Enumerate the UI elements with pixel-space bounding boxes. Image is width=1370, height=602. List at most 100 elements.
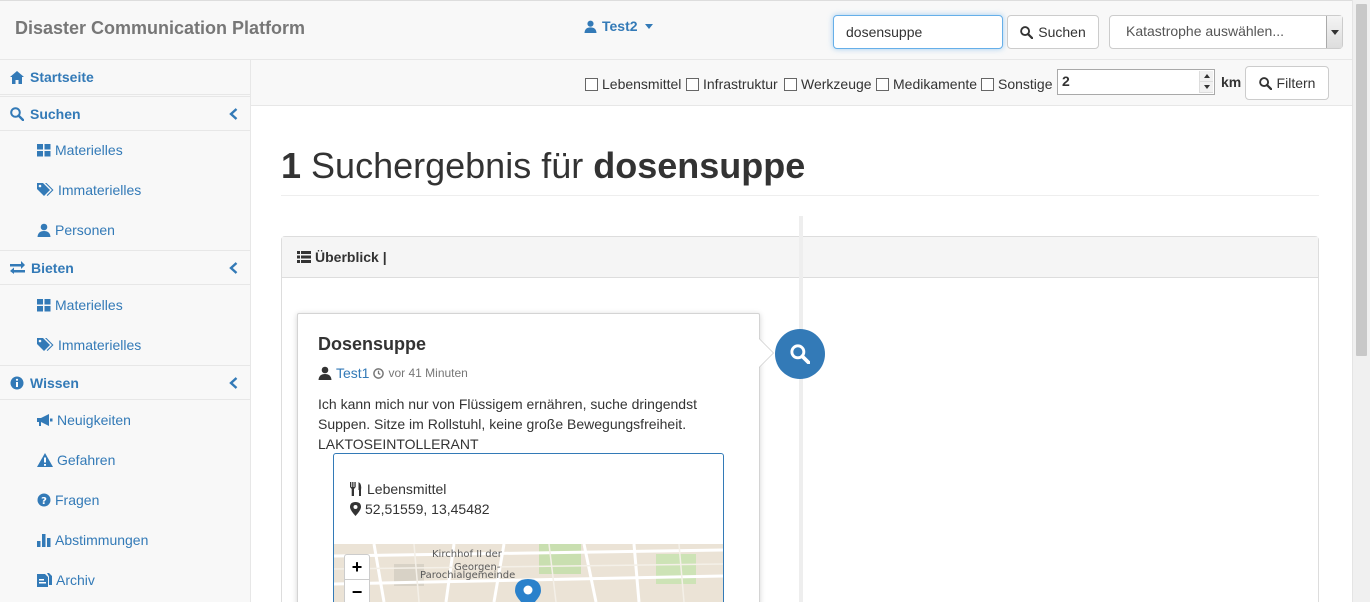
tags-icon bbox=[37, 338, 54, 351]
results-label: Suchergebnis für bbox=[311, 145, 584, 186]
filter-checkbox-medikamente[interactable]: Medikamente bbox=[876, 76, 977, 92]
filter-checkbox-infrastruktur[interactable]: Infrastruktur bbox=[686, 76, 778, 92]
filter-checkbox-sonstige[interactable]: Sonstige bbox=[981, 76, 1052, 92]
warning-icon bbox=[37, 453, 53, 467]
sidebar-item-label: Neuigkeiten bbox=[57, 412, 131, 428]
chevron-left-icon bbox=[229, 262, 238, 274]
results-count: 1 bbox=[281, 145, 302, 186]
grid-icon bbox=[37, 143, 51, 156]
user-name: Test2 bbox=[602, 18, 638, 34]
chevron-left-icon bbox=[229, 108, 238, 120]
map-marker-icon[interactable] bbox=[515, 579, 541, 602]
results-heading: 1 Suchergebnis für dosensuppe bbox=[281, 145, 805, 187]
card-description: Ich kann mich nur von Flüssigem ernähren… bbox=[318, 396, 697, 452]
checkbox[interactable] bbox=[585, 77, 598, 91]
location-map[interactable]: Kirchhof II der Georgen- Parochialgemein… bbox=[334, 544, 723, 602]
search-icon bbox=[790, 344, 810, 364]
sidebar-item-label: Immaterielles bbox=[58, 337, 142, 353]
sidebar-item-label: Personen bbox=[55, 222, 115, 238]
checkbox[interactable] bbox=[784, 77, 797, 91]
card-category-label: Lebensmittel bbox=[367, 481, 447, 497]
vertical-scrollbar[interactable] bbox=[1352, 0, 1370, 602]
panel-title: Überblick | bbox=[315, 249, 387, 265]
card-category: Lebensmittel bbox=[350, 481, 446, 497]
timeline-line bbox=[799, 216, 803, 602]
spinner-up[interactable] bbox=[1200, 71, 1213, 82]
chevron-left-icon bbox=[229, 377, 238, 389]
radius-value: 2 bbox=[1062, 73, 1070, 89]
clock-icon bbox=[373, 367, 385, 379]
radius-unit: km bbox=[1221, 74, 1242, 90]
checkbox-label: Infrastruktur bbox=[703, 76, 778, 92]
app-title[interactable]: Disaster Communication Platform bbox=[15, 18, 305, 39]
card-title[interactable]: Dosensuppe bbox=[318, 334, 426, 355]
card-time: vor 41 Minuten bbox=[388, 366, 468, 380]
disaster-select-value: Katastrophe auswählen... bbox=[1126, 23, 1284, 39]
chevron-down-icon bbox=[1326, 16, 1342, 48]
checkbox-label: Werkzeuge bbox=[801, 76, 872, 92]
tags-icon bbox=[37, 183, 54, 196]
card-author[interactable]: Test1 bbox=[336, 365, 369, 381]
sidebar-item-label: Abstimmungen bbox=[55, 532, 149, 548]
sidebar-item-suchen-personen[interactable]: Personen bbox=[0, 210, 250, 250]
grid-icon bbox=[37, 298, 51, 311]
sidebar-item-suchen-materielles[interactable]: Materielles bbox=[0, 130, 250, 170]
filter-checkbox-lebensmittel[interactable]: Lebensmittel bbox=[585, 76, 681, 92]
scrollbar-thumb[interactable] bbox=[1356, 4, 1367, 356]
sidebar-item-suchen-immaterielles[interactable]: Immaterielles bbox=[0, 170, 250, 210]
user-icon bbox=[37, 223, 51, 237]
sidebar-item-fragen[interactable]: ? Fragen bbox=[0, 480, 250, 520]
sidebar-item-label: Fragen bbox=[55, 492, 100, 508]
disaster-select[interactable]: Katastrophe auswählen... bbox=[1109, 15, 1343, 49]
checkbox-label: Lebensmittel bbox=[602, 76, 682, 92]
svg-text:?: ? bbox=[41, 496, 47, 507]
radius-input[interactable]: 2 bbox=[1057, 69, 1215, 95]
sidebar-section-label: Suchen bbox=[30, 105, 81, 122]
sidebar-item-bieten-materielles[interactable]: Materielles bbox=[0, 285, 250, 325]
map-marker-icon bbox=[350, 502, 361, 516]
sidebar-item-neuigkeiten[interactable]: Neuigkeiten bbox=[0, 400, 250, 440]
sidebar-item-bieten-immaterielles[interactable]: Immaterielles bbox=[0, 325, 250, 365]
sidebar-item-label: Startseite bbox=[30, 69, 94, 85]
checkbox[interactable] bbox=[686, 77, 699, 91]
filter-button-label: Filtern bbox=[1276, 75, 1316, 91]
timeline-badge bbox=[775, 329, 825, 379]
sidebar-section-suchen[interactable]: Suchen bbox=[0, 96, 250, 131]
filter-checkbox-werkzeuge[interactable]: Werkzeuge bbox=[784, 76, 872, 92]
top-navbar: Disaster Communication Platform Test2 Su… bbox=[0, 0, 1352, 60]
radius-spinner[interactable] bbox=[1199, 71, 1213, 93]
user-menu[interactable]: Test2 bbox=[584, 18, 653, 34]
sidebar-item-startseite[interactable]: Startseite bbox=[0, 60, 250, 95]
map-label: Parochialgemeinde bbox=[420, 570, 516, 581]
sidebar-item-abstimmungen[interactable]: Abstimmungen bbox=[0, 520, 250, 560]
checkbox[interactable] bbox=[981, 77, 994, 91]
card-location: 52,51559, 13,45482 bbox=[350, 501, 490, 517]
card-meta: Test1 vor 41 Minuten bbox=[318, 365, 468, 381]
map-zoom-in-button[interactable]: + bbox=[344, 554, 370, 580]
sidebar-item-label: Gefahren bbox=[57, 452, 116, 468]
chevron-down-icon bbox=[644, 23, 653, 29]
sidebar-section-label: Wissen bbox=[30, 374, 79, 391]
bullhorn-icon bbox=[37, 413, 53, 426]
checkbox[interactable] bbox=[876, 77, 889, 91]
user-icon bbox=[584, 20, 597, 33]
divider bbox=[281, 195, 1319, 196]
sidebar-section-bieten[interactable]: Bieten bbox=[0, 250, 250, 285]
sidebar-item-gefahren[interactable]: Gefahren bbox=[0, 440, 250, 480]
exchange-icon bbox=[10, 261, 25, 274]
list-icon bbox=[297, 251, 311, 263]
sidebar-item-archiv[interactable]: Archiv bbox=[0, 560, 250, 600]
sidebar-section-wissen[interactable]: Wissen bbox=[0, 365, 250, 400]
cutlery-icon bbox=[350, 482, 362, 496]
card-pointer-inner bbox=[759, 339, 773, 367]
filter-button[interactable]: Filtern bbox=[1245, 66, 1329, 100]
bar-chart-icon bbox=[37, 533, 51, 547]
user-icon bbox=[318, 366, 332, 380]
question-icon: ? bbox=[37, 493, 51, 507]
search-input[interactable] bbox=[833, 15, 1003, 49]
search-button[interactable]: Suchen bbox=[1007, 15, 1099, 49]
map-zoom-out-button[interactable]: − bbox=[344, 580, 370, 602]
archive-icon bbox=[37, 573, 52, 587]
sidebar-item-label: Materielles bbox=[55, 142, 123, 158]
spinner-down[interactable] bbox=[1200, 82, 1213, 93]
